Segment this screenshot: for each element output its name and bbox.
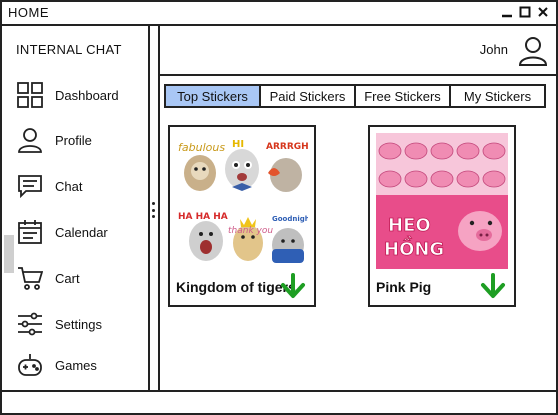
sidebar-item-label: Games — [55, 357, 97, 373]
svg-text:HỒNG: HỒNG — [384, 236, 444, 260]
svg-text:thank you: thank you — [228, 226, 273, 236]
sidebar-item-label: Dashboard — [55, 87, 119, 103]
cat-sticker: HI — [225, 139, 259, 191]
svg-text:fabulous: fabulous — [178, 141, 225, 154]
user-name[interactable]: John — [480, 42, 508, 57]
tab-my-stickers[interactable]: My Stickers — [451, 86, 544, 106]
pig-character — [458, 211, 502, 251]
sidebar-item-dashboard[interactable]: Dashboard — [16, 78, 144, 112]
main-panel: John Top Stickers Paid Stickers Free Sti… — [160, 26, 556, 390]
download-arrow-icon[interactable] — [480, 273, 506, 299]
svg-text:HA HA HA: HA HA HA — [178, 212, 228, 222]
window-title: HOME — [8, 5, 49, 20]
tab-top-stickers[interactable]: Top Stickers — [166, 86, 261, 106]
svg-text:HI: HI — [232, 139, 244, 150]
minimize-icon[interactable] — [500, 5, 514, 19]
sidebar-item-chat[interactable]: Chat — [16, 169, 144, 203]
chat-icon — [16, 172, 44, 200]
sticker-pack-name: Kingdom of tigers — [176, 279, 296, 295]
app-window: HOME INTERNAL CHAT Dashboard Profile Cha… — [0, 0, 558, 415]
calendar-icon — [16, 218, 44, 246]
svg-text:Goodnight: Goodnight — [272, 215, 308, 223]
cat-sticker: fabulous — [178, 141, 225, 191]
sidebar-item-label: Cart — [55, 270, 80, 286]
sidebar-item-profile[interactable]: Profile — [16, 123, 144, 157]
sticker-pack-card[interactable]: HEO HỒNG Pink Pig — [368, 125, 516, 307]
sliders-icon — [16, 310, 44, 338]
sidebar-item-cart[interactable]: Cart — [16, 261, 144, 295]
sidebar-item-label: Profile — [55, 132, 92, 148]
header-bar: John — [160, 26, 556, 76]
user-icon — [16, 126, 44, 154]
maximize-icon[interactable] — [518, 5, 532, 19]
cat-sticker: thank you — [228, 217, 273, 261]
svg-text:HEO: HEO — [388, 215, 431, 236]
title-bar: HOME — [2, 2, 556, 26]
close-icon[interactable] — [536, 5, 550, 19]
user-icon[interactable] — [518, 36, 548, 66]
tab-paid-stickers[interactable]: Paid Stickers — [261, 86, 356, 106]
sidebar-item-settings[interactable]: Settings — [16, 307, 144, 341]
app-title: INTERNAL CHAT — [16, 42, 122, 57]
cat-sticker: Goodnight — [272, 215, 308, 263]
sticker-tabs: Top Stickers Paid Stickers Free Stickers… — [164, 84, 546, 108]
cat-sticker: ARRRGH — [266, 142, 308, 192]
cart-icon — [16, 264, 44, 292]
sticker-pack-card[interactable]: fabulous HI ARRRGH HA HA HA thank you Go… — [168, 125, 316, 307]
resize-handle[interactable] — [152, 202, 156, 218]
status-bar — [2, 390, 556, 413]
sidebar-item-games[interactable]: Games — [16, 348, 144, 382]
sidebar-item-calendar[interactable]: Calendar — [16, 215, 144, 249]
cat-sticker: HA HA HA — [178, 212, 228, 261]
active-item-indicator — [4, 235, 14, 273]
sticker-pack-thumbnail: HEO HỒNG — [376, 133, 508, 269]
sidebar-item-label: Chat — [55, 178, 83, 194]
sidebar-item-label: Calendar — [55, 224, 108, 240]
dashboard-grid-icon — [16, 81, 44, 109]
sticker-pack-name: Pink Pig — [376, 279, 432, 295]
gamepad-icon — [16, 351, 44, 379]
window-controls — [500, 5, 550, 19]
sidebar-item-label: Settings — [55, 316, 102, 332]
tab-free-stickers[interactable]: Free Stickers — [356, 86, 451, 106]
download-arrow-icon[interactable] — [280, 273, 306, 299]
svg-text:ARRRGH: ARRRGH — [266, 142, 308, 152]
sticker-pack-thumbnail: fabulous HI ARRRGH HA HA HA thank you Go… — [176, 133, 308, 269]
